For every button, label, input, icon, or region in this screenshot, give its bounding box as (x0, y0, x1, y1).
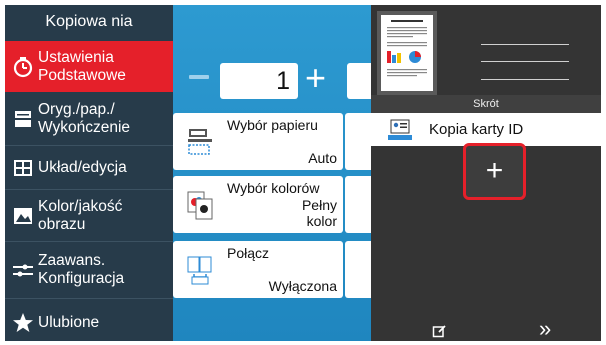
card-title: Wybór papieru (227, 117, 318, 133)
sidebar-item-label: Ulubione (38, 314, 100, 331)
sidebar-item-label: Wykończenie (38, 119, 131, 136)
add-shortcut-button[interactable]: + (463, 143, 526, 200)
sidebar-item-basic-settings[interactable]: Ustawienia Podstawowe (5, 41, 173, 92)
combine-button[interactable]: Połącz Wyłączona (173, 241, 343, 298)
shortcut-panel: Skrót Kopia karty ID + » (371, 5, 601, 341)
quick-setup-panel: 1 + Wybór papieru Auto Wybór kolorów Peł… (173, 5, 371, 341)
info-line (481, 61, 569, 62)
sidebar-item-label: obrazu (38, 215, 86, 233)
app-title: Kopiowa nia (45, 13, 133, 30)
document-preview (381, 15, 433, 91)
sidebar-item-label: Kolor/jakość (38, 197, 123, 215)
card-value: Wyłączona (268, 278, 337, 294)
color-selection-button[interactable]: Wybór kolorów Pełny kolor (173, 176, 343, 233)
shortcut-header: Skrót (371, 95, 601, 113)
function-sidebar: Kopiowa nia Ustawienia Podstawowe Oryg./p… (5, 5, 173, 341)
paper-select-icon (187, 127, 213, 157)
layout-icon (12, 157, 34, 179)
partial-field (347, 63, 371, 99)
sidebar-item-label: Ustawienia (38, 48, 114, 66)
id-card-icon (387, 119, 413, 141)
partial-card[interactable] (345, 113, 371, 170)
sidebar-item-label: Zaawans. (38, 252, 106, 269)
card-value-line: kolor (306, 213, 337, 229)
paper-selection-button[interactable]: Wybór papieru Auto (173, 113, 343, 170)
copies-input[interactable]: 1 (220, 63, 298, 99)
divider (5, 298, 173, 299)
sidebar-item-label: Podstawowe (38, 66, 126, 84)
card-value-line: Pełny (301, 197, 337, 213)
sidebar-item-layout-edit[interactable]: Układ/edycja (5, 146, 173, 189)
sidebar-item-color-quality[interactable]: Kolor/jakość obrazu (5, 190, 173, 241)
next-page-icon[interactable]: » (539, 317, 551, 341)
partial-card[interactable] (345, 241, 371, 298)
star-icon (12, 312, 34, 334)
info-line (481, 79, 569, 80)
card-value: Pełny kolor (302, 197, 337, 229)
sidebar-item-advanced[interactable]: Zaawans. Konfiguracja (5, 242, 173, 298)
partial-card[interactable] (345, 176, 371, 233)
info-line (481, 44, 569, 45)
original-paper-icon (12, 108, 34, 130)
sidebar-item-label: Oryg./pap./ (38, 101, 115, 118)
shortcut-id-card-copy[interactable]: Kopia karty ID (371, 113, 601, 146)
combine-icon (187, 255, 213, 285)
preview-thumbnail[interactable] (377, 11, 437, 95)
sidebar-item-original-paper[interactable]: Oryg./pap./Wykończenie (5, 93, 173, 145)
shortcut-label: Kopia karty ID (429, 121, 524, 138)
card-title: Połącz (227, 245, 270, 261)
color-select-icon (187, 190, 213, 220)
decrement-button[interactable] (189, 75, 209, 79)
advanced-icon (12, 259, 34, 281)
timer-icon (12, 56, 34, 78)
sidebar-item-label: Konfiguracja (38, 270, 125, 287)
sidebar-item-label: Układ/edycja (38, 158, 127, 176)
sidebar-item-favorites[interactable]: Ulubione (5, 305, 173, 341)
card-value: Auto (308, 150, 337, 166)
increment-button[interactable]: + (305, 58, 326, 98)
image-quality-icon (12, 205, 34, 227)
edit-icon[interactable] (432, 324, 446, 338)
card-title: Wybór kolorów (227, 180, 320, 196)
